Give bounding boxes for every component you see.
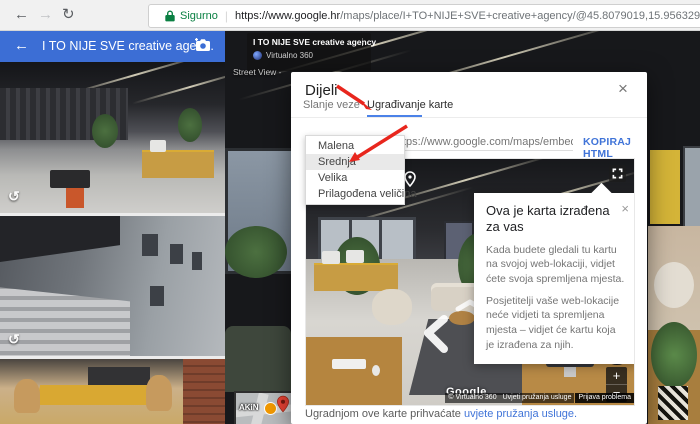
dialog-close-icon[interactable]: × <box>618 80 628 97</box>
map-pin-icon <box>276 395 290 413</box>
report-problem-link[interactable]: Prijava problema <box>575 393 634 403</box>
tooltip-paragraph-1: Kada budete gledali tu kartu na svojoj w… <box>486 243 626 287</box>
footer-terms-link[interactable]: uvjete pružanja usluge. <box>464 408 577 420</box>
forward-icon[interactable]: → <box>38 6 53 24</box>
embed-url-input[interactable] <box>403 134 573 151</box>
security-label: Sigurno <box>180 10 218 22</box>
overflow-menu-icon[interactable]: ⋮ <box>358 37 367 48</box>
author-avatar <box>253 51 262 60</box>
size-dropdown-menu: Malena Srednja Velika Prilagođena veliči… <box>305 135 405 205</box>
reload-icon[interactable]: ↻ <box>62 6 75 24</box>
menu-item-small[interactable]: Malena <box>306 138 404 154</box>
map-tooltip-card: Ova je karta izrađena za vas × Kada bude… <box>474 193 635 364</box>
author-name[interactable]: Virtualno 360 <box>266 51 313 60</box>
back-arrow-icon[interactable]: ← <box>14 37 29 54</box>
tooltip-paragraph-2: Posjetitelji vaše web-lokacije neće vidj… <box>486 294 626 353</box>
menu-item-large[interactable]: Velika <box>306 170 404 186</box>
attribution-copyright: © Virtualno 360 <box>445 393 499 403</box>
zoom-in-button[interactable]: + <box>606 367 627 384</box>
menu-item-custom[interactable]: Prilagođena veličina <box>306 186 404 202</box>
footer-text: Ugradnjom ove karte prihvaćate <box>305 408 464 420</box>
sidebar-title: I TO NIJE SVE creative agen... <box>42 39 214 53</box>
lock-icon <box>165 10 175 22</box>
screenshot-root: { "browser": { "security_label": "Sigurn… <box>0 0 700 424</box>
tooltip-title: Ova je karta izrađena za vas <box>486 203 612 236</box>
dialog-title: Dijeli <box>305 82 338 99</box>
photo-thumbnail-meeting-room[interactable] <box>0 359 225 424</box>
menu-item-medium[interactable]: Srednja <box>306 154 404 170</box>
url-origin: https://www.google.hr <box>235 10 340 22</box>
add-photo-camera-icon[interactable] <box>194 38 211 57</box>
attribution-terms-link[interactable]: Uvjeti pružanja usluge <box>500 393 575 403</box>
url-path: /maps/place/I+TO+NIJE+SVE+creative+agenc… <box>340 10 700 22</box>
map-attribution-bar: © Virtualno 360 Uvjeti pružanja usluge P… <box>445 393 634 403</box>
place-name: I TO NIJE SVE creative agency <box>253 37 365 47</box>
share-dialog: Dijeli × Slanje veze Ugrađivanje karte K… <box>291 72 647 424</box>
pano-360-icon: ↺ <box>8 188 20 205</box>
fullscreen-icon <box>612 168 623 179</box>
url-text: https://www.google.hr/maps/place/I+TO+NI… <box>235 10 700 22</box>
photo-thumbnail-office[interactable]: ↺ <box>0 62 225 213</box>
omnibox-separator: | <box>225 9 228 23</box>
dialog-divider <box>291 117 647 118</box>
background-plant <box>225 226 287 278</box>
background-right-strip <box>648 30 700 424</box>
minimap-place-label: AKiN <box>239 403 259 412</box>
tooltip-close-icon[interactable]: × <box>621 201 629 216</box>
sidebar-header: ← I TO NIJE SVE creative agen... <box>0 30 225 62</box>
fullscreen-button[interactable] <box>609 165 626 182</box>
streetview-info-card: I TO NIJE SVE creative agency ⋮ Virtualn… <box>247 33 371 71</box>
pano-360-icon: ↺ <box>8 331 20 348</box>
photo-sidebar: ← I TO NIJE SVE creative agen... ↺ ↺ <box>0 30 225 424</box>
tab-embed-map[interactable]: Ugrađivanje karte <box>367 99 453 111</box>
minimap[interactable]: AKiN <box>234 391 293 424</box>
tab-send-link[interactable]: Slanje veze <box>303 99 360 111</box>
embed-terms-footer: Ugradnjom ove karte prihvaćate uvjete pr… <box>305 408 577 420</box>
street-view-label: Street View - <box>233 67 282 77</box>
back-icon[interactable]: ← <box>14 6 29 24</box>
browser-toolbar: ← → ↻ Sigurno | https://www.google.hr/ma… <box>0 0 700 31</box>
address-bar[interactable]: Sigurno | https://www.google.hr/maps/pla… <box>148 4 700 28</box>
background-sofa <box>225 326 291 392</box>
streetview-pin-icon <box>404 171 416 187</box>
photo-thumbnail-building[interactable]: ↺ <box>0 216 225 356</box>
copy-html-button[interactable]: KOPIRAJ HTML <box>583 136 647 160</box>
